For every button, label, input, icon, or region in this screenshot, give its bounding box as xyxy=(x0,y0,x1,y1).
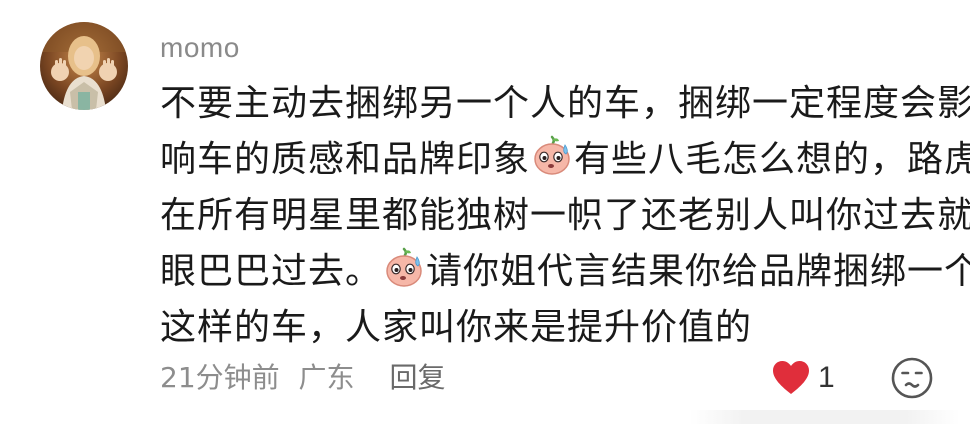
watermark-bar xyxy=(690,410,960,424)
comment-meta: 21分钟前 广东 回复 xyxy=(160,358,445,398)
comment-location: 广东 xyxy=(298,361,355,394)
sweat-smile-emoji-icon xyxy=(534,135,570,175)
avatar-image xyxy=(40,22,128,110)
like-count: 1 xyxy=(818,361,835,394)
comment-line-segment: 响车的质感和品牌印象 xyxy=(160,139,531,180)
comment-time: 21分钟前 xyxy=(160,361,280,394)
emoji-react-button[interactable] xyxy=(890,356,934,400)
comment-text: 不要主动去捆绑另一个人的车，捆绑一定程度会影 响车的质感和品牌印象 有些八毛怎么… xyxy=(160,76,970,356)
comment-line: 不要主动去捆绑另一个人的车，捆绑一定程度会影 xyxy=(160,83,970,124)
comment-line-segment: 眼巴巴过去。 xyxy=(160,251,383,292)
reply-button[interactable]: 回复 xyxy=(389,361,445,394)
comment-card: momo 不要主动去捆绑另一个人的车，捆绑一定程度会影 响车的质感和品牌印象 有… xyxy=(0,0,970,434)
comment-line-segment: 请你姐代言结果你给品牌捆绑一个 xyxy=(426,251,970,292)
comment-line: 响车的质感和品牌印象 有些八毛怎么想的，路虎 xyxy=(160,132,970,188)
sweat-smile-emoji-icon xyxy=(386,247,422,287)
username[interactable]: momo xyxy=(160,28,240,68)
avatar[interactable] xyxy=(40,22,128,110)
like-button[interactable]: 1 xyxy=(772,356,835,400)
comment-line: 眼巴巴过去。 请你姐代言结果你给品牌捆绑一个 xyxy=(160,244,970,300)
heart-icon xyxy=(773,361,809,394)
comment-line: 这样的车，人家叫你来是提升价值的 xyxy=(160,307,753,348)
comment-line: 在所有明星里都能独树一帜了还老别人叫你过去就 xyxy=(160,195,970,236)
neutral-face-icon xyxy=(891,357,933,399)
comment-line-segment: 有些八毛怎么想的，路虎 xyxy=(574,139,970,180)
